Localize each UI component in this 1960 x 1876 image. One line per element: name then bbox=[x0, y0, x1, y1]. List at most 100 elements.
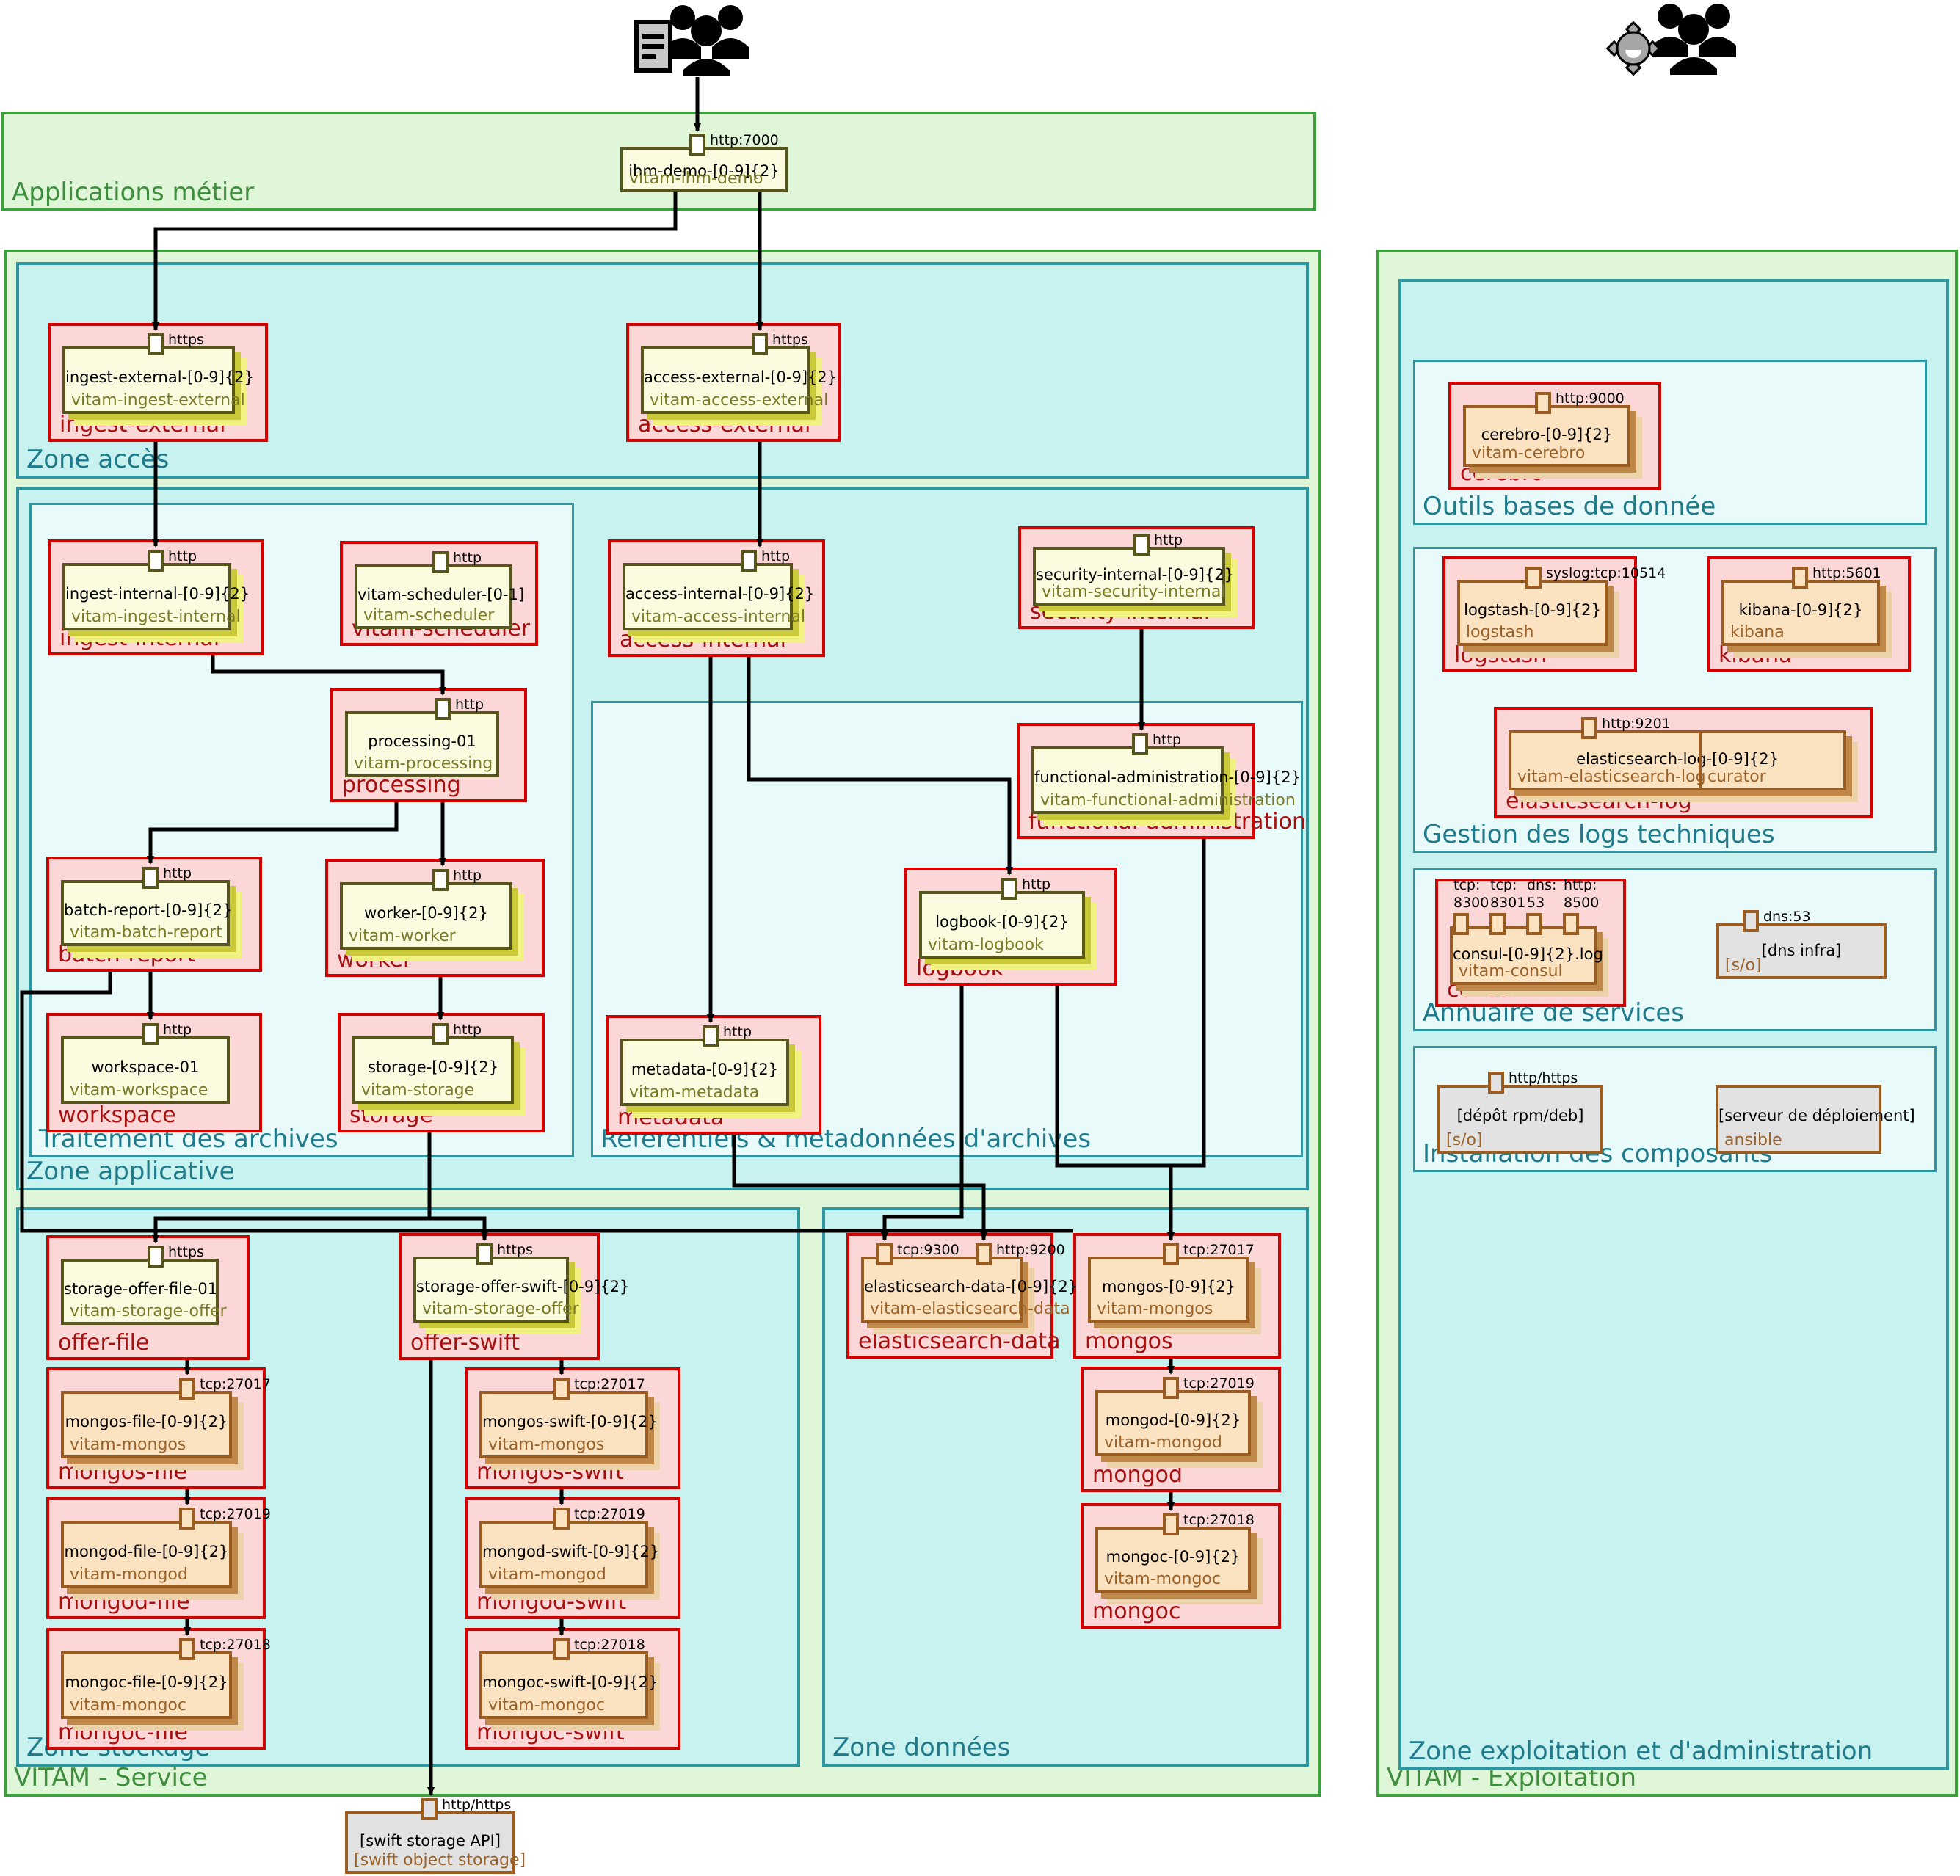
logstash-title: logstash-[0-9]{2} bbox=[1460, 601, 1605, 619]
storage-port-label: http bbox=[453, 1022, 482, 1038]
functional-administration-card: functional-administration-[0-9]{2}vitam-… bbox=[1031, 746, 1224, 814]
depot-rpm-deb-card: [dépôt rpm/deb][s/o] bbox=[1437, 1085, 1603, 1154]
security-internal-subtitle: vitam-security-internal bbox=[1042, 583, 1225, 601]
offer-swift-port bbox=[476, 1243, 493, 1265]
mongod-file-port-label: tcp:27019 bbox=[200, 1506, 271, 1522]
ingest-external-port bbox=[148, 333, 164, 355]
ingest-external-port-label: https bbox=[168, 332, 204, 348]
mongoc-file-label: mongoc-file bbox=[58, 1720, 188, 1745]
dns-infra-card: [dns infra][s/o] bbox=[1716, 923, 1887, 979]
offer-file-label: offer-file bbox=[58, 1330, 149, 1356]
storage-subtitle: vitam-storage bbox=[361, 1081, 474, 1099]
access-external-label: access-external bbox=[638, 412, 810, 437]
cerebro-port-label: http:9000 bbox=[1556, 390, 1625, 407]
mongos-card: mongos-[0-9]{2} vitam-mongos bbox=[1088, 1257, 1249, 1323]
mongos-subtitle: vitam-mongos bbox=[1097, 1300, 1213, 1318]
users-gear-icon bbox=[1604, 0, 1758, 76]
ihm-demo-port bbox=[689, 134, 705, 156]
mongos-file-subtitle: vitam-mongos bbox=[70, 1436, 186, 1454]
offer-swift-title: storage-offer-swift-[0-9]{2} bbox=[416, 1278, 566, 1295]
workspace-port bbox=[142, 1023, 159, 1045]
mongod-swift-card: mongod-swift-[0-9]{2}vitam-mongod bbox=[479, 1521, 648, 1588]
elasticsearch-data-subtitle: vitam-elasticsearch-data bbox=[870, 1300, 1070, 1318]
zone-label-exploitation-admin: Zone exploitation et d'administration bbox=[1409, 1737, 1873, 1766]
offer-file-title: storage-offer-file-01 bbox=[64, 1280, 216, 1298]
ingest-external-card: ingest-external-[0-9]{2}vitam-ingest-ext… bbox=[62, 346, 235, 414]
mongos-title: mongos-[0-9]{2} bbox=[1091, 1278, 1246, 1295]
elasticsearch-data-title: elasticsearch-data-[0-9]{2} bbox=[864, 1278, 1020, 1295]
mongoc-port bbox=[1163, 1513, 1179, 1535]
depot-rpm-deb-port bbox=[1488, 1072, 1504, 1094]
workspace-title: workspace-01 bbox=[64, 1058, 227, 1076]
mongod-swift-port bbox=[553, 1508, 570, 1530]
mongoc-card: mongoc-[0-9]{2}vitam-mongoc bbox=[1095, 1527, 1251, 1593]
swift-object-storage-subtitle: [swift object storage] bbox=[354, 1851, 526, 1869]
access-external-card: access-external-[0-9]{2}vitam-access-ext… bbox=[641, 346, 810, 414]
swift-object-storage-title: [swift storage API] bbox=[348, 1832, 512, 1850]
ihm-demo-port-label: http:7000 bbox=[710, 132, 779, 148]
storage-label: storage bbox=[349, 1102, 433, 1128]
swift-object-storage-port bbox=[421, 1798, 438, 1820]
offer-swift-label: offer-swift bbox=[410, 1330, 520, 1356]
consul-card: consul-[0-9]{2}.logvitam-consul bbox=[1450, 926, 1597, 985]
vitam-scheduler-port-label: http bbox=[453, 550, 482, 566]
mongos-swift-label: mongos-swift bbox=[476, 1459, 624, 1485]
zone-label-applications-metier: Applications métier bbox=[12, 178, 254, 207]
logbook-label: logbook bbox=[916, 956, 1003, 981]
processing-card: processing-01vitam-processing bbox=[345, 711, 499, 777]
offer-swift-port-label: https bbox=[497, 1242, 533, 1258]
ingest-internal-card: ingest-internal-[0-9]{2}vitam-ingest-int… bbox=[62, 563, 231, 630]
mongoc-file-subtitle: vitam-mongoc bbox=[70, 1696, 186, 1715]
mongos-port-label: tcp:27017 bbox=[1183, 1242, 1255, 1258]
consul-port bbox=[1489, 913, 1506, 935]
logstash-subtitle: logstash bbox=[1466, 623, 1534, 641]
elasticsearch-log-title: elasticsearch-log-[0-9]{2} bbox=[1511, 750, 1843, 768]
storage-port bbox=[432, 1023, 449, 1045]
elasticsearch-data-port bbox=[876, 1243, 893, 1265]
swift-object-storage-card: [swift storage API][swift object storage… bbox=[345, 1811, 515, 1874]
logbook-port-label: http bbox=[1022, 876, 1050, 892]
consul-port-label: tcp:8301 bbox=[1490, 876, 1525, 912]
dns-infra-port bbox=[1743, 910, 1759, 932]
elasticsearch-data-port-label: http:9200 bbox=[996, 1242, 1065, 1258]
consul-port bbox=[1563, 913, 1579, 935]
offer-file-port bbox=[148, 1246, 164, 1268]
mongod-swift-port-label: tcp:27019 bbox=[574, 1506, 645, 1522]
mongod-file-label: mongod-file bbox=[58, 1589, 190, 1615]
workspace-port-label: http bbox=[163, 1022, 192, 1038]
worker-port-label: http bbox=[453, 868, 482, 884]
kibana-port bbox=[1792, 567, 1808, 589]
users-document-icon bbox=[628, 1, 774, 76]
processing-port bbox=[435, 698, 451, 720]
mongoc-swift-port-label: tcp:27018 bbox=[574, 1637, 645, 1653]
zone-label-vitam-service: VITAM - Service bbox=[14, 1763, 208, 1792]
mongos-swift-port-label: tcp:27017 bbox=[574, 1376, 645, 1392]
vitam-scheduler-port bbox=[432, 551, 449, 573]
access-internal-port-label: http bbox=[761, 548, 790, 564]
ingest-external-title: ingest-external-[0-9]{2} bbox=[65, 368, 232, 386]
functional-administration-title: functional-administration-[0-9]{2} bbox=[1034, 768, 1221, 786]
elasticsearch-data-label: elasticsearch-data bbox=[858, 1328, 1060, 1354]
mongod-port bbox=[1163, 1377, 1179, 1399]
mongos-label: mongos bbox=[1085, 1328, 1173, 1354]
logstash-card: logstash-[0-9]{2} logstash bbox=[1457, 580, 1608, 646]
access-internal-card: access-internal-[0-9]{2}vitam-access-int… bbox=[623, 563, 793, 630]
consul-port-label-line: 53 bbox=[1527, 894, 1556, 912]
mongod-file-title: mongod-file-[0-9]{2} bbox=[64, 1543, 229, 1560]
consul-port-label-line: http: bbox=[1564, 876, 1599, 894]
mongos-swift-card: mongos-swift-[0-9]{2}vitam-mongos bbox=[479, 1391, 648, 1458]
access-internal-label: access-internal bbox=[620, 627, 786, 652]
logstash-label: logstash bbox=[1454, 642, 1547, 668]
consul-port-label-line: 8300 bbox=[1453, 894, 1489, 912]
depot-rpm-deb-subtitle: [s/o] bbox=[1446, 1131, 1483, 1149]
mongod-title: mongod-[0-9]{2} bbox=[1098, 1411, 1248, 1429]
batch-report-card: batch-report-[0-9]{2}vitam-batch-report bbox=[61, 880, 230, 946]
consul-subtitle: vitam-consul bbox=[1459, 962, 1563, 981]
offer-file-card: storage-offer-file-01vitam-storage-offer bbox=[61, 1259, 219, 1325]
mongoc-file-title: mongoc-file-[0-9]{2} bbox=[64, 1673, 229, 1691]
consul-port-label-line: dns: bbox=[1527, 876, 1556, 894]
mongoc-swift-subtitle: vitam-mongoc bbox=[488, 1696, 605, 1715]
mongoc-subtitle: vitam-mongoc bbox=[1104, 1570, 1221, 1588]
consul-title: consul-[0-9]{2}.log bbox=[1453, 945, 1594, 963]
zone-label-gestion-logs: Gestion des logs techniques bbox=[1423, 820, 1775, 849]
